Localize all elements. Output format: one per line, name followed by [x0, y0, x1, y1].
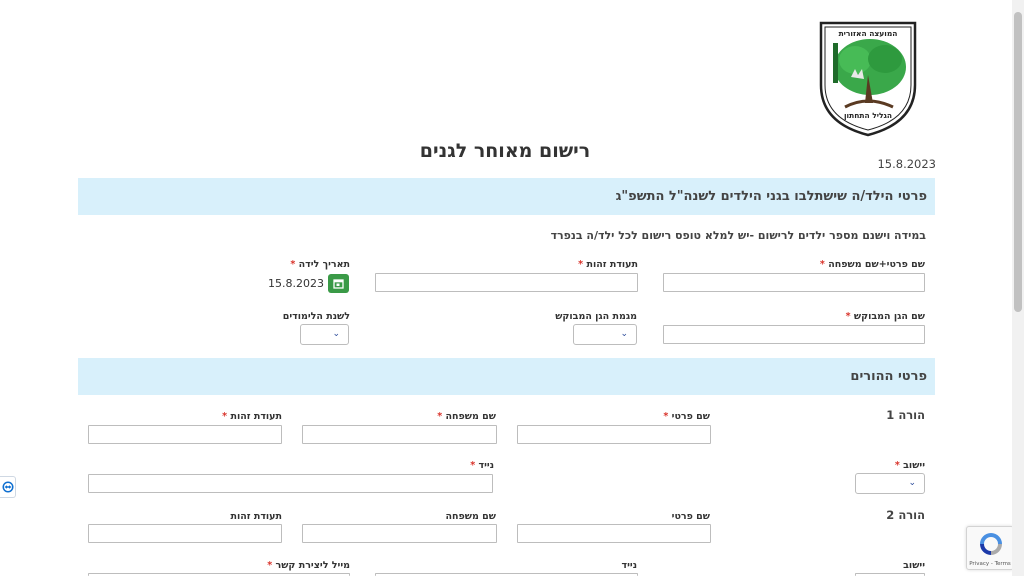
parent2-settlement-label: יישוב [903, 560, 925, 571]
calendar-button[interactable] [328, 274, 349, 293]
parent1-mobile-label: נייד * [470, 460, 494, 471]
parent1-settlement-label: יישוב * [894, 460, 925, 471]
child-id-label: תעודת זהות * [578, 259, 638, 270]
parent2-first-name-label: שם פרטי [671, 511, 710, 522]
parent1-settlement-select[interactable]: ⌄ [855, 473, 925, 494]
parent2-email-label: מייל ליצירת קשר * [267, 560, 350, 571]
recaptcha-terms[interactable]: Privacy - Terms [967, 561, 1013, 567]
parent1-last-name-input[interactable] [302, 425, 497, 444]
parent1-id-input[interactable] [88, 425, 282, 444]
parent2-id-input[interactable] [88, 524, 282, 543]
parent2-last-name-input[interactable] [302, 524, 497, 543]
kindergarten-label: שם הגן המבוקש * [845, 311, 925, 322]
recaptcha-icon [980, 533, 1002, 555]
parent1-id-label: תעודת זהות * [222, 411, 282, 422]
scrollbar-thumb[interactable] [1014, 12, 1022, 312]
parent2-mobile-label: נייד [621, 560, 637, 571]
kg-track-label: מגמת הגן המבוקש [555, 311, 637, 322]
logo-bottom-text: הגליל התחתון [843, 111, 893, 120]
parents-section-header: פרטי ההורים [78, 358, 935, 395]
chevron-down-icon: ⌄ [620, 329, 628, 339]
birthdate-label: תאריך לידה * [290, 259, 350, 270]
chevron-down-icon: ⌄ [332, 329, 340, 339]
child-details-section-header: פרטי הילד/ה שישתלבו בגני הילדים לשנה"ל ה… [78, 178, 935, 215]
parent2-id-label: תעודת זהות [230, 511, 282, 522]
teamviewer-icon [2, 481, 13, 493]
parents-section-title: פרטי ההורים [850, 369, 927, 384]
parent2-first-name-input[interactable] [517, 524, 711, 543]
logo-top-text: המועצה האזורית [838, 29, 898, 38]
parent1-mobile-input[interactable] [88, 474, 493, 493]
registration-note: במידה וישנם מספר ילדים לרישום -יש למלא ט… [550, 229, 926, 242]
kindergarten-input[interactable] [663, 325, 925, 344]
parent1-heading: הורה 1 [886, 408, 925, 422]
council-logo: המועצה האזורית הגליל התחתון [815, 15, 921, 137]
chevron-down-icon: ⌄ [908, 478, 916, 488]
school-year-select[interactable]: ⌄ [300, 324, 349, 345]
birthdate-value[interactable]: 15.8.2023 [262, 277, 324, 290]
parent2-heading: הורה 2 [886, 508, 925, 522]
kg-track-select[interactable]: ⌄ [573, 324, 637, 345]
parent1-last-name-label: שם משפחה * [437, 411, 496, 422]
full-name-input[interactable] [663, 273, 925, 292]
child-section-title: פרטי הילד/ה שישתלבו בגני הילדים לשנה"ל ה… [615, 189, 927, 204]
child-id-input[interactable] [375, 273, 638, 292]
page-date: 15.8.2023 [877, 157, 936, 171]
page-scrollbar[interactable] [1012, 0, 1024, 576]
parent2-last-name-label: שם משפחה [445, 511, 496, 522]
full-name-label: שם פרטי+שם משפחה * [819, 259, 925, 270]
parent1-first-name-input[interactable] [517, 425, 711, 444]
calendar-icon [333, 279, 344, 289]
school-year-label: לשנת הלימודים [282, 311, 350, 322]
page-title: רישום מאוחר לגנים [419, 140, 591, 162]
recaptcha-badge[interactable]: Privacy - Terms [966, 526, 1014, 570]
remote-support-widget[interactable] [0, 476, 16, 498]
parent1-first-name-label: שם פרטי * [663, 411, 710, 422]
